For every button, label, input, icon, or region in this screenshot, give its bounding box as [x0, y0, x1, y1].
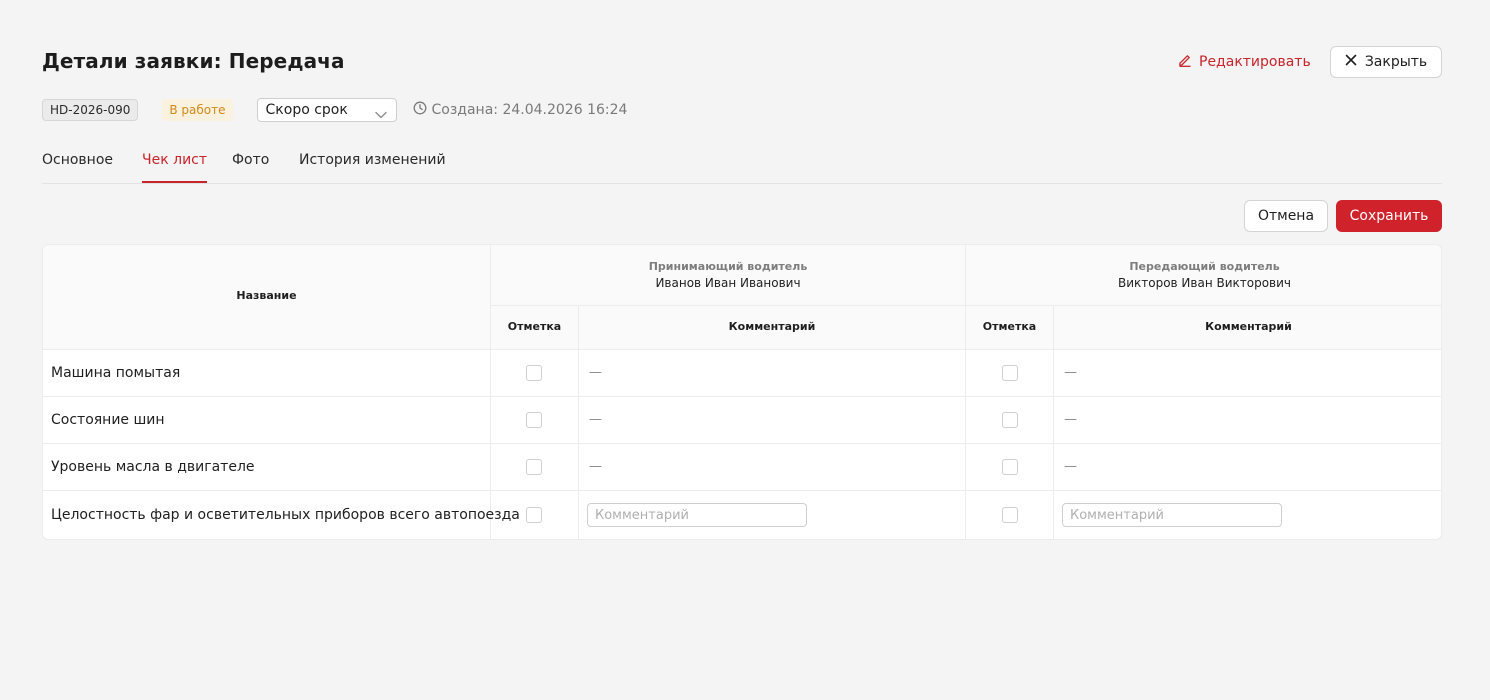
- page-title: Детали заявки: Передача: [42, 49, 345, 73]
- handing-mark-header: Отметка: [982, 320, 1037, 333]
- cancel-button[interactable]: Отмена: [1244, 200, 1328, 232]
- handing-mark-checkbox[interactable]: [1002, 459, 1018, 475]
- handing-comment-value: —: [1064, 459, 1077, 474]
- column-divider: [1053, 306, 1054, 539]
- receiving-comment-input[interactable]: [587, 503, 807, 527]
- handing-comment-header: Комментарий: [1205, 320, 1292, 333]
- close-button[interactable]: Закрыть: [1330, 46, 1442, 78]
- table-row-label: Уровень масла в двигателе: [51, 459, 255, 475]
- save-button[interactable]: Сохранить: [1336, 200, 1442, 232]
- row-divider: [43, 349, 1441, 350]
- created-timestamp: Создана: 24.04.2026 16:24: [413, 101, 628, 119]
- receiving-comment-value: —: [589, 412, 602, 427]
- close-label: Закрыть: [1364, 54, 1428, 70]
- row-divider: [43, 490, 1441, 491]
- request-id-badge: HD-2026-090: [42, 99, 139, 121]
- handing-driver-role: Передающий водитель: [1129, 260, 1280, 273]
- receiving-mark-checkbox[interactable]: [526, 412, 542, 428]
- receiving-mark-checkbox[interactable]: [526, 459, 542, 475]
- name-column-header: Название: [236, 289, 297, 302]
- receiving-comment-value: —: [589, 459, 602, 474]
- receiving-driver-role: Принимающий водитель: [648, 260, 808, 273]
- handing-driver-header: Передающий водитель Викторов Иван Виктор…: [966, 260, 1441, 290]
- tab-bar: Основное Чек лист Фото История изменений: [42, 150, 1442, 184]
- edit-button[interactable]: Редактировать: [1178, 52, 1311, 72]
- handing-mark-checkbox[interactable]: [1002, 412, 1018, 428]
- tab-main[interactable]: Основное: [42, 152, 113, 183]
- handing-comment-input[interactable]: [1062, 503, 1282, 527]
- checklist-table: Название Принимающий водитель Иванов Ива…: [42, 244, 1442, 540]
- handing-driver-name: Викторов Иван Викторович: [1117, 276, 1292, 290]
- table-row-label: Состояние шин: [51, 412, 165, 428]
- tab-history[interactable]: История изменений: [299, 152, 446, 183]
- tab-photo[interactable]: Фото: [232, 152, 269, 183]
- receiving-comment-value: —: [589, 365, 602, 380]
- row-divider: [43, 443, 1441, 444]
- edit-label: Редактировать: [1199, 54, 1311, 70]
- row-divider: [43, 396, 1441, 397]
- row-divider: [491, 305, 1441, 306]
- priority-value: Скоро срок: [265, 102, 348, 118]
- clock-icon: [413, 101, 427, 119]
- receiving-comment-header: Комментарий: [728, 320, 816, 333]
- receiving-driver-name: Иванов Иван Иванович: [655, 276, 801, 290]
- chevron-down-icon: [374, 105, 387, 119]
- request-details-page: Детали заявки: Передача Редактировать За…: [42, 0, 1442, 700]
- receiving-mark-checkbox[interactable]: [526, 365, 542, 381]
- priority-select[interactable]: Скоро срок: [256, 98, 397, 122]
- handing-mark-checkbox[interactable]: [1002, 365, 1018, 381]
- table-row-label: Машина помытая: [51, 365, 181, 381]
- status-badge: В работе: [162, 99, 233, 121]
- receiving-mark-checkbox[interactable]: [526, 507, 542, 523]
- handing-comment-value: —: [1064, 412, 1077, 427]
- receiving-driver-header: Принимающий водитель Иванов Иван Иванови…: [491, 260, 965, 290]
- receiving-mark-header: Отметка: [507, 320, 562, 333]
- column-divider: [578, 306, 579, 539]
- pencil-icon: [1178, 53, 1192, 71]
- tab-checklist[interactable]: Чек лист: [142, 152, 208, 183]
- created-text: Создана: 24.04.2026 16:24: [431, 102, 628, 118]
- handing-comment-value: —: [1064, 365, 1077, 380]
- table-row-label: Целостность фар и осветительных приборов…: [51, 507, 520, 523]
- close-icon: [1345, 54, 1357, 70]
- handing-mark-checkbox[interactable]: [1002, 507, 1018, 523]
- request-meta: HD-2026-090 В работе Скоро срок Создана:…: [42, 98, 627, 122]
